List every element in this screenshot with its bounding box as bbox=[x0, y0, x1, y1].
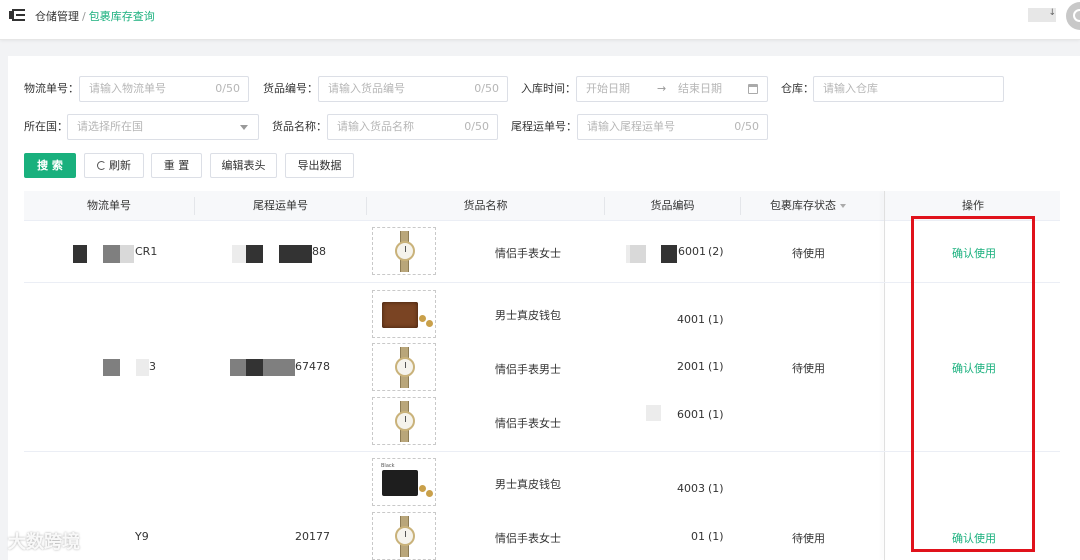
search-button[interactable]: 搜 索 bbox=[24, 153, 76, 178]
warehouse-label: 仓库： bbox=[781, 82, 814, 95]
col-status[interactable]: 包裹库存状态 bbox=[741, 191, 875, 221]
end-date-placeholder: 结束日期 bbox=[678, 82, 722, 95]
breadcrumb-parent[interactable]: 仓储管理 bbox=[35, 10, 79, 23]
menu-fold-icon[interactable] bbox=[9, 8, 25, 22]
goods-qty-cell: (1) bbox=[708, 360, 724, 373]
watch-icon bbox=[372, 227, 436, 275]
refresh-button[interactable]: 刷新 bbox=[84, 153, 144, 178]
col-tail-no: 尾程运单号 bbox=[253, 199, 308, 212]
status-cell: 待使用 bbox=[792, 247, 825, 260]
breadcrumb-separator: / bbox=[82, 10, 86, 23]
calendar-icon bbox=[748, 84, 758, 94]
fixed-column-divider bbox=[884, 191, 885, 560]
logistics-no-input[interactable]: 请输入物流单号 0/50 bbox=[79, 76, 249, 102]
goods-name-input[interactable]: 请输入货品名称 0/50 bbox=[327, 114, 498, 140]
goods-qty-cell: (2) bbox=[708, 245, 724, 258]
avatar[interactable] bbox=[1066, 2, 1080, 30]
status-cell: 待使用 bbox=[792, 532, 825, 545]
country-select[interactable]: 请选择所在国 bbox=[67, 114, 259, 140]
goods-no-input[interactable]: 请输入货品编号 0/50 bbox=[318, 76, 508, 102]
chevron-down-icon bbox=[240, 125, 248, 130]
watch-icon bbox=[372, 343, 436, 391]
goods-code-cell: 4003 bbox=[677, 482, 705, 495]
col-logistics-no: 物流单号 bbox=[87, 199, 131, 212]
highlight-box bbox=[911, 216, 1035, 552]
goods-code-cell: 4001 bbox=[677, 313, 705, 326]
reset-button[interactable]: 重 置 bbox=[151, 153, 202, 178]
date-range-arrow: → bbox=[657, 82, 667, 95]
country-label: 所在国： bbox=[24, 120, 68, 133]
start-date-placeholder: 开始日期 bbox=[586, 82, 630, 95]
top-header: 仓储管理 / 包裹库存查询 ↓ bbox=[0, 0, 1080, 40]
breadcrumb: 仓储管理 / 包裹库存查询 bbox=[35, 8, 155, 24]
goods-name-count: 0/50 bbox=[464, 120, 489, 133]
goods-no-count: 0/50 bbox=[474, 82, 499, 95]
goods-name-cell: 情侣手表女士 bbox=[495, 417, 561, 430]
goods-qty-cell: (1) bbox=[708, 530, 724, 543]
tail-no-placeholder: 请输入尾程运单号 bbox=[587, 120, 675, 133]
goods-no-placeholder: 请输入货品编号 bbox=[328, 82, 405, 95]
table-header: 物流单号 尾程运单号 货品名称 货品编码 包裹库存状态 操作 bbox=[24, 191, 1060, 221]
tail-no-label: 尾程运单号： bbox=[511, 120, 577, 133]
refresh-icon bbox=[97, 161, 106, 170]
date-range-picker[interactable]: 开始日期 → 结束日期 bbox=[576, 76, 768, 102]
tail-no-input[interactable]: 请输入尾程运单号 0/50 bbox=[577, 114, 768, 140]
wallet-icon: Black bbox=[372, 458, 436, 506]
goods-name-cell: 情侣手表男士 bbox=[495, 363, 561, 376]
tail-no-cell: 67478 bbox=[295, 360, 330, 373]
edit-header-button[interactable]: 编辑表头 bbox=[210, 153, 277, 178]
goods-no-label: 货品编号： bbox=[263, 82, 318, 95]
goods-code-cell: 6001 bbox=[677, 408, 705, 421]
goods-qty-cell: (1) bbox=[708, 313, 724, 326]
logistics-no-count: 0/50 bbox=[215, 82, 240, 95]
goods-name-label: 货品名称： bbox=[272, 120, 327, 133]
col-status-label: 包裹库存状态 bbox=[770, 199, 836, 212]
col-goods-code: 货品编码 bbox=[650, 199, 695, 212]
status-cell: 待使用 bbox=[792, 362, 825, 375]
goods-qty-cell: (1) bbox=[708, 408, 724, 421]
in-time-label: 入库时间： bbox=[521, 82, 576, 95]
goods-name-cell: 男士真皮钱包 bbox=[495, 478, 561, 491]
goods-name-cell: 情侣手表女士 bbox=[495, 247, 561, 260]
warehouse-input[interactable]: 请输入仓库 bbox=[813, 76, 1004, 102]
tail-no-cell: 20177 bbox=[295, 530, 330, 543]
wallet-icon bbox=[372, 290, 436, 338]
warehouse-placeholder: 请输入仓库 bbox=[823, 82, 878, 95]
user-name[interactable]: ↓ bbox=[1028, 8, 1056, 22]
export-button[interactable]: 导出数据 bbox=[285, 153, 354, 178]
goods-name-cell: 男士真皮钱包 bbox=[495, 309, 561, 322]
goods-name-cell: 情侣手表女士 bbox=[495, 532, 561, 545]
goods-code-cell: 6001 bbox=[678, 245, 706, 258]
tail-no-cell: 88 bbox=[312, 245, 326, 258]
breadcrumb-current: 包裹库存查询 bbox=[88, 10, 155, 23]
sort-caret-icon[interactable] bbox=[840, 204, 846, 208]
user-dropdown-icon: ↓ bbox=[1048, 8, 1056, 18]
col-goods-name: 货品名称 bbox=[463, 199, 508, 212]
goods-qty-cell: (1) bbox=[708, 482, 724, 495]
tail-no-count: 0/50 bbox=[734, 120, 759, 133]
logistics-no-placeholder: 请输入物流单号 bbox=[89, 82, 166, 95]
watermark: 大数跨境 bbox=[8, 532, 80, 553]
goods-code-cell: 01 bbox=[691, 530, 705, 543]
watch-icon bbox=[372, 512, 436, 560]
goods-code-cell: 2001 bbox=[677, 360, 705, 373]
logistics-no-cell: Y9 bbox=[135, 530, 149, 543]
logistics-no-label: 物流单号： bbox=[24, 82, 79, 95]
watch-icon bbox=[372, 397, 436, 445]
refresh-label: 刷新 bbox=[109, 159, 131, 172]
logistics-no-cell: CR1 bbox=[135, 245, 158, 258]
country-placeholder: 请选择所在国 bbox=[77, 120, 143, 133]
goods-name-placeholder: 请输入货品名称 bbox=[337, 120, 414, 133]
logistics-no-cell: 3 bbox=[149, 360, 156, 373]
